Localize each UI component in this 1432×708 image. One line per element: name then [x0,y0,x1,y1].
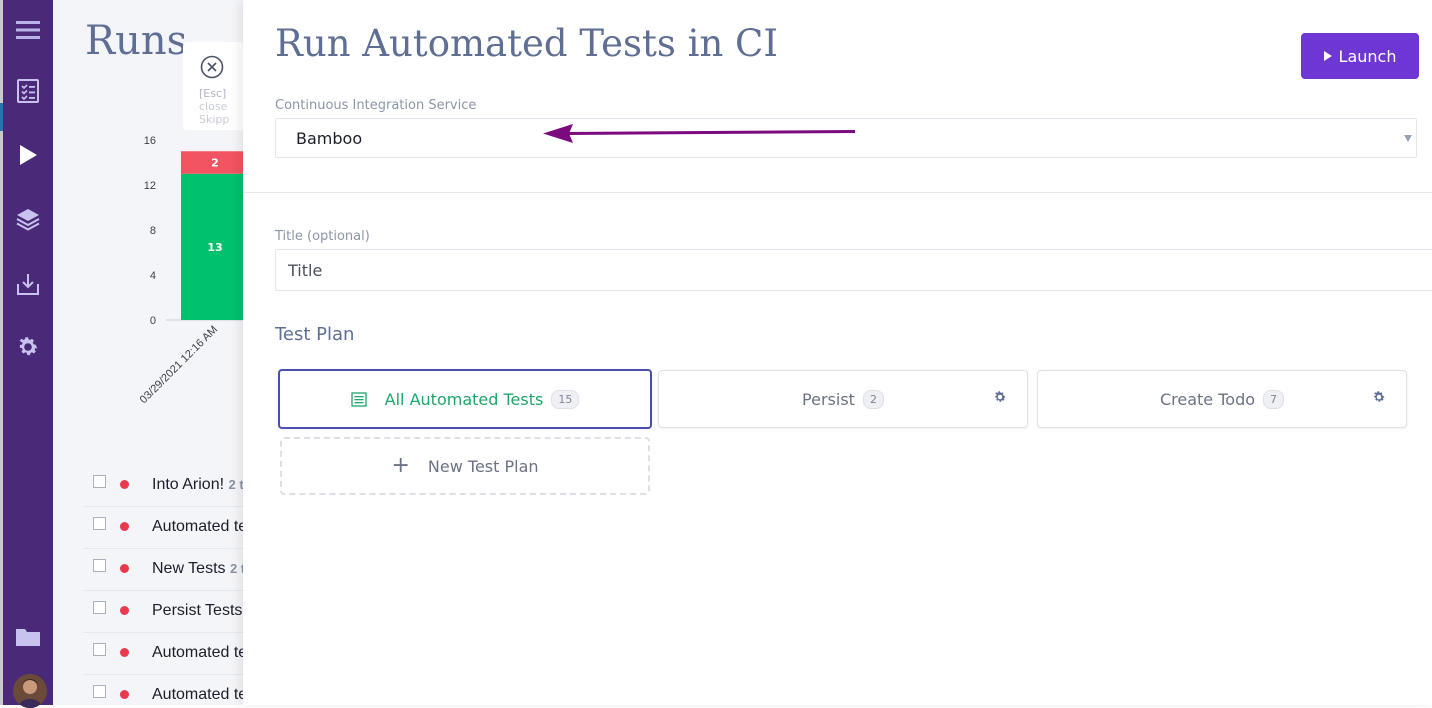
gear-icon[interactable] [993,390,1007,404]
runs-chart: 16 12 8 4 0 13 2 03/29/2021 12:16 AM [138,135,243,406]
close-icon[interactable] [200,55,224,79]
runs-list: Into Arion! 2 t Automated te New Tests 2 … [83,465,243,705]
y-tick-label: 8 [150,225,156,237]
run-meta: 2 t [229,561,243,576]
run-checkbox[interactable] [93,685,106,698]
y-tick-label: 0 [150,315,156,327]
run-row[interactable]: Automated te [83,507,243,549]
checklist-icon[interactable] [3,71,53,111]
gear-icon[interactable] [1372,390,1386,404]
plan-name: All Automated Tests [384,389,544,409]
y-tick-label: 16 [144,135,156,147]
launch-button[interactable]: Launch [1301,33,1419,79]
title-input[interactable] [275,249,1432,291]
chevron-down-icon [1404,135,1412,142]
runs-page-background: Runs [Esc] close Skipp 16 12 8 4 0 13 2 03/29/2… [53,0,243,705]
gear-icon[interactable] [3,327,53,367]
plan-count-badge: 15 [551,389,580,409]
list-icon [351,391,367,407]
new-test-plan-button[interactable]: + New Test Plan [280,437,650,495]
run-row[interactable]: Automated te [83,675,243,705]
ci-service-label: Continuous Integration Service [275,98,477,113]
launch-label: Launch [1338,46,1397,66]
layers-icon[interactable] [3,199,53,239]
esc-close-hint[interactable]: [Esc] close Skipp [183,42,243,130]
run-checkbox[interactable] [93,601,106,614]
status-dot [120,606,129,615]
run-ci-modal: Run Automated Tests in CI Launch Continu… [243,0,1432,705]
esc-close-label: close Skipp [199,100,230,126]
folder-icon[interactable] [3,617,53,657]
plan-name: Persist [802,389,855,409]
plus-icon: + [391,453,410,478]
run-checkbox[interactable] [93,517,106,530]
run-checkbox[interactable] [93,643,106,656]
plan-count-badge: 2 [862,389,884,409]
bar-value-label: 13 [207,241,222,254]
modal-title: Run Automated Tests in CI [275,22,778,65]
test-plan-create-todo[interactable]: Create Todo 7 [1037,370,1407,428]
avatar[interactable] [13,674,47,708]
title-field-label: Title (optional) [275,229,370,244]
test-plan-heading: Test Plan [275,324,355,345]
status-dot [120,564,129,573]
status-dot [120,480,129,489]
run-label: New Tests 2 t [152,560,243,578]
status-dot [120,648,129,657]
test-plan-all-automated[interactable]: All Automated Tests 15 [278,369,652,429]
plan-count-badge: 7 [1263,389,1285,409]
status-dot [120,690,129,699]
active-indicator [0,103,3,131]
run-label: Automated te [152,518,243,535]
section-divider [243,192,1432,193]
menu-icon[interactable] [3,10,53,50]
annotation-arrow [543,124,856,143]
run-label: Automated te [152,686,243,703]
sidebar [0,0,53,708]
play-icon [1323,51,1332,61]
x-tick-label: 03/29/2021 12:16 AM [138,324,220,406]
new-test-plan-label: New Test Plan [427,456,539,476]
run-label: Persist Tests [152,602,243,619]
test-plan-persist[interactable]: Persist 2 [658,370,1028,428]
run-checkbox[interactable] [93,559,106,572]
plan-name: Create Todo [1159,389,1256,409]
status-dot [120,522,129,531]
run-row[interactable]: Persist Tests [83,591,243,633]
page-title: Runs [85,18,188,64]
run-checkbox[interactable] [93,475,106,488]
ci-service-value: Bamboo [296,129,363,148]
play-icon[interactable] [3,135,53,175]
y-tick-label: 12 [144,180,156,192]
run-label: Automated te [152,644,243,661]
y-tick-label: 4 [150,270,156,282]
run-meta: 2 t [228,477,244,492]
skip-label: Skipp [199,113,230,126]
run-row[interactable]: Into Arion! 2 t [83,465,243,507]
run-label: Into Arion! 2 t [152,476,244,493]
bar-value-label: 2 [211,157,219,170]
esc-key-label: [Esc] [199,87,227,100]
run-row[interactable]: New Tests 2 t [83,549,243,591]
run-row[interactable]: Automated te [83,633,243,675]
download-icon[interactable] [3,264,53,304]
